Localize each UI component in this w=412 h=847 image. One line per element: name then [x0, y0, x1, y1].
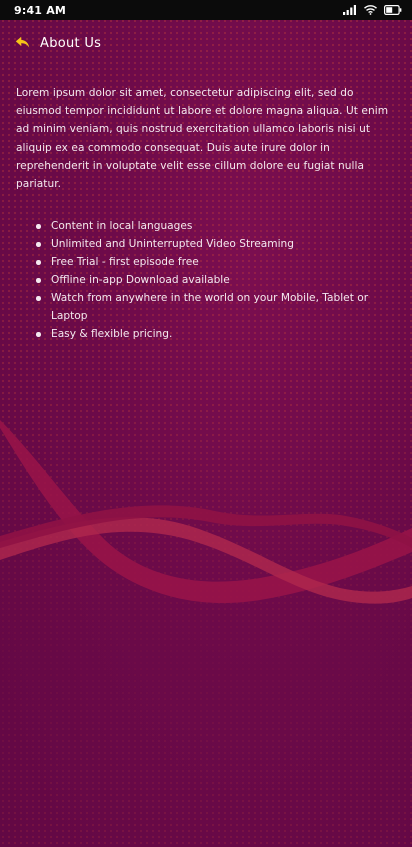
status-icons [343, 5, 402, 15]
feature-item: Unlimited and Uninterrupted Video Stream… [34, 235, 398, 253]
about-us-screen: 9:41 AM About Us Lorem ipsum dolor sit a… [0, 0, 412, 847]
feature-item: Free Trial - first episode free [34, 253, 398, 271]
status-bar: 9:41 AM [0, 0, 412, 20]
feature-item: Offline in-app Download available [34, 271, 398, 289]
feature-item: Watch from anywhere in the world on your… [34, 289, 398, 325]
back-arrow-icon [15, 34, 30, 53]
about-content: Lorem ipsum dolor sit amet, consectetur … [16, 84, 398, 343]
status-time: 9:41 AM [14, 3, 67, 17]
page-title: About Us [40, 35, 102, 51]
signal-icon [343, 5, 357, 15]
battery-icon [384, 5, 402, 15]
wifi-icon [364, 5, 377, 15]
app-header: About Us [14, 33, 101, 53]
feature-item: Easy & flexible pricing. [34, 325, 398, 343]
back-button[interactable] [14, 35, 30, 51]
feature-list: Content in local languages Unlimited and… [16, 217, 398, 343]
feature-item: Content in local languages [34, 217, 398, 235]
intro-paragraph: Lorem ipsum dolor sit amet, consectetur … [16, 87, 389, 191]
